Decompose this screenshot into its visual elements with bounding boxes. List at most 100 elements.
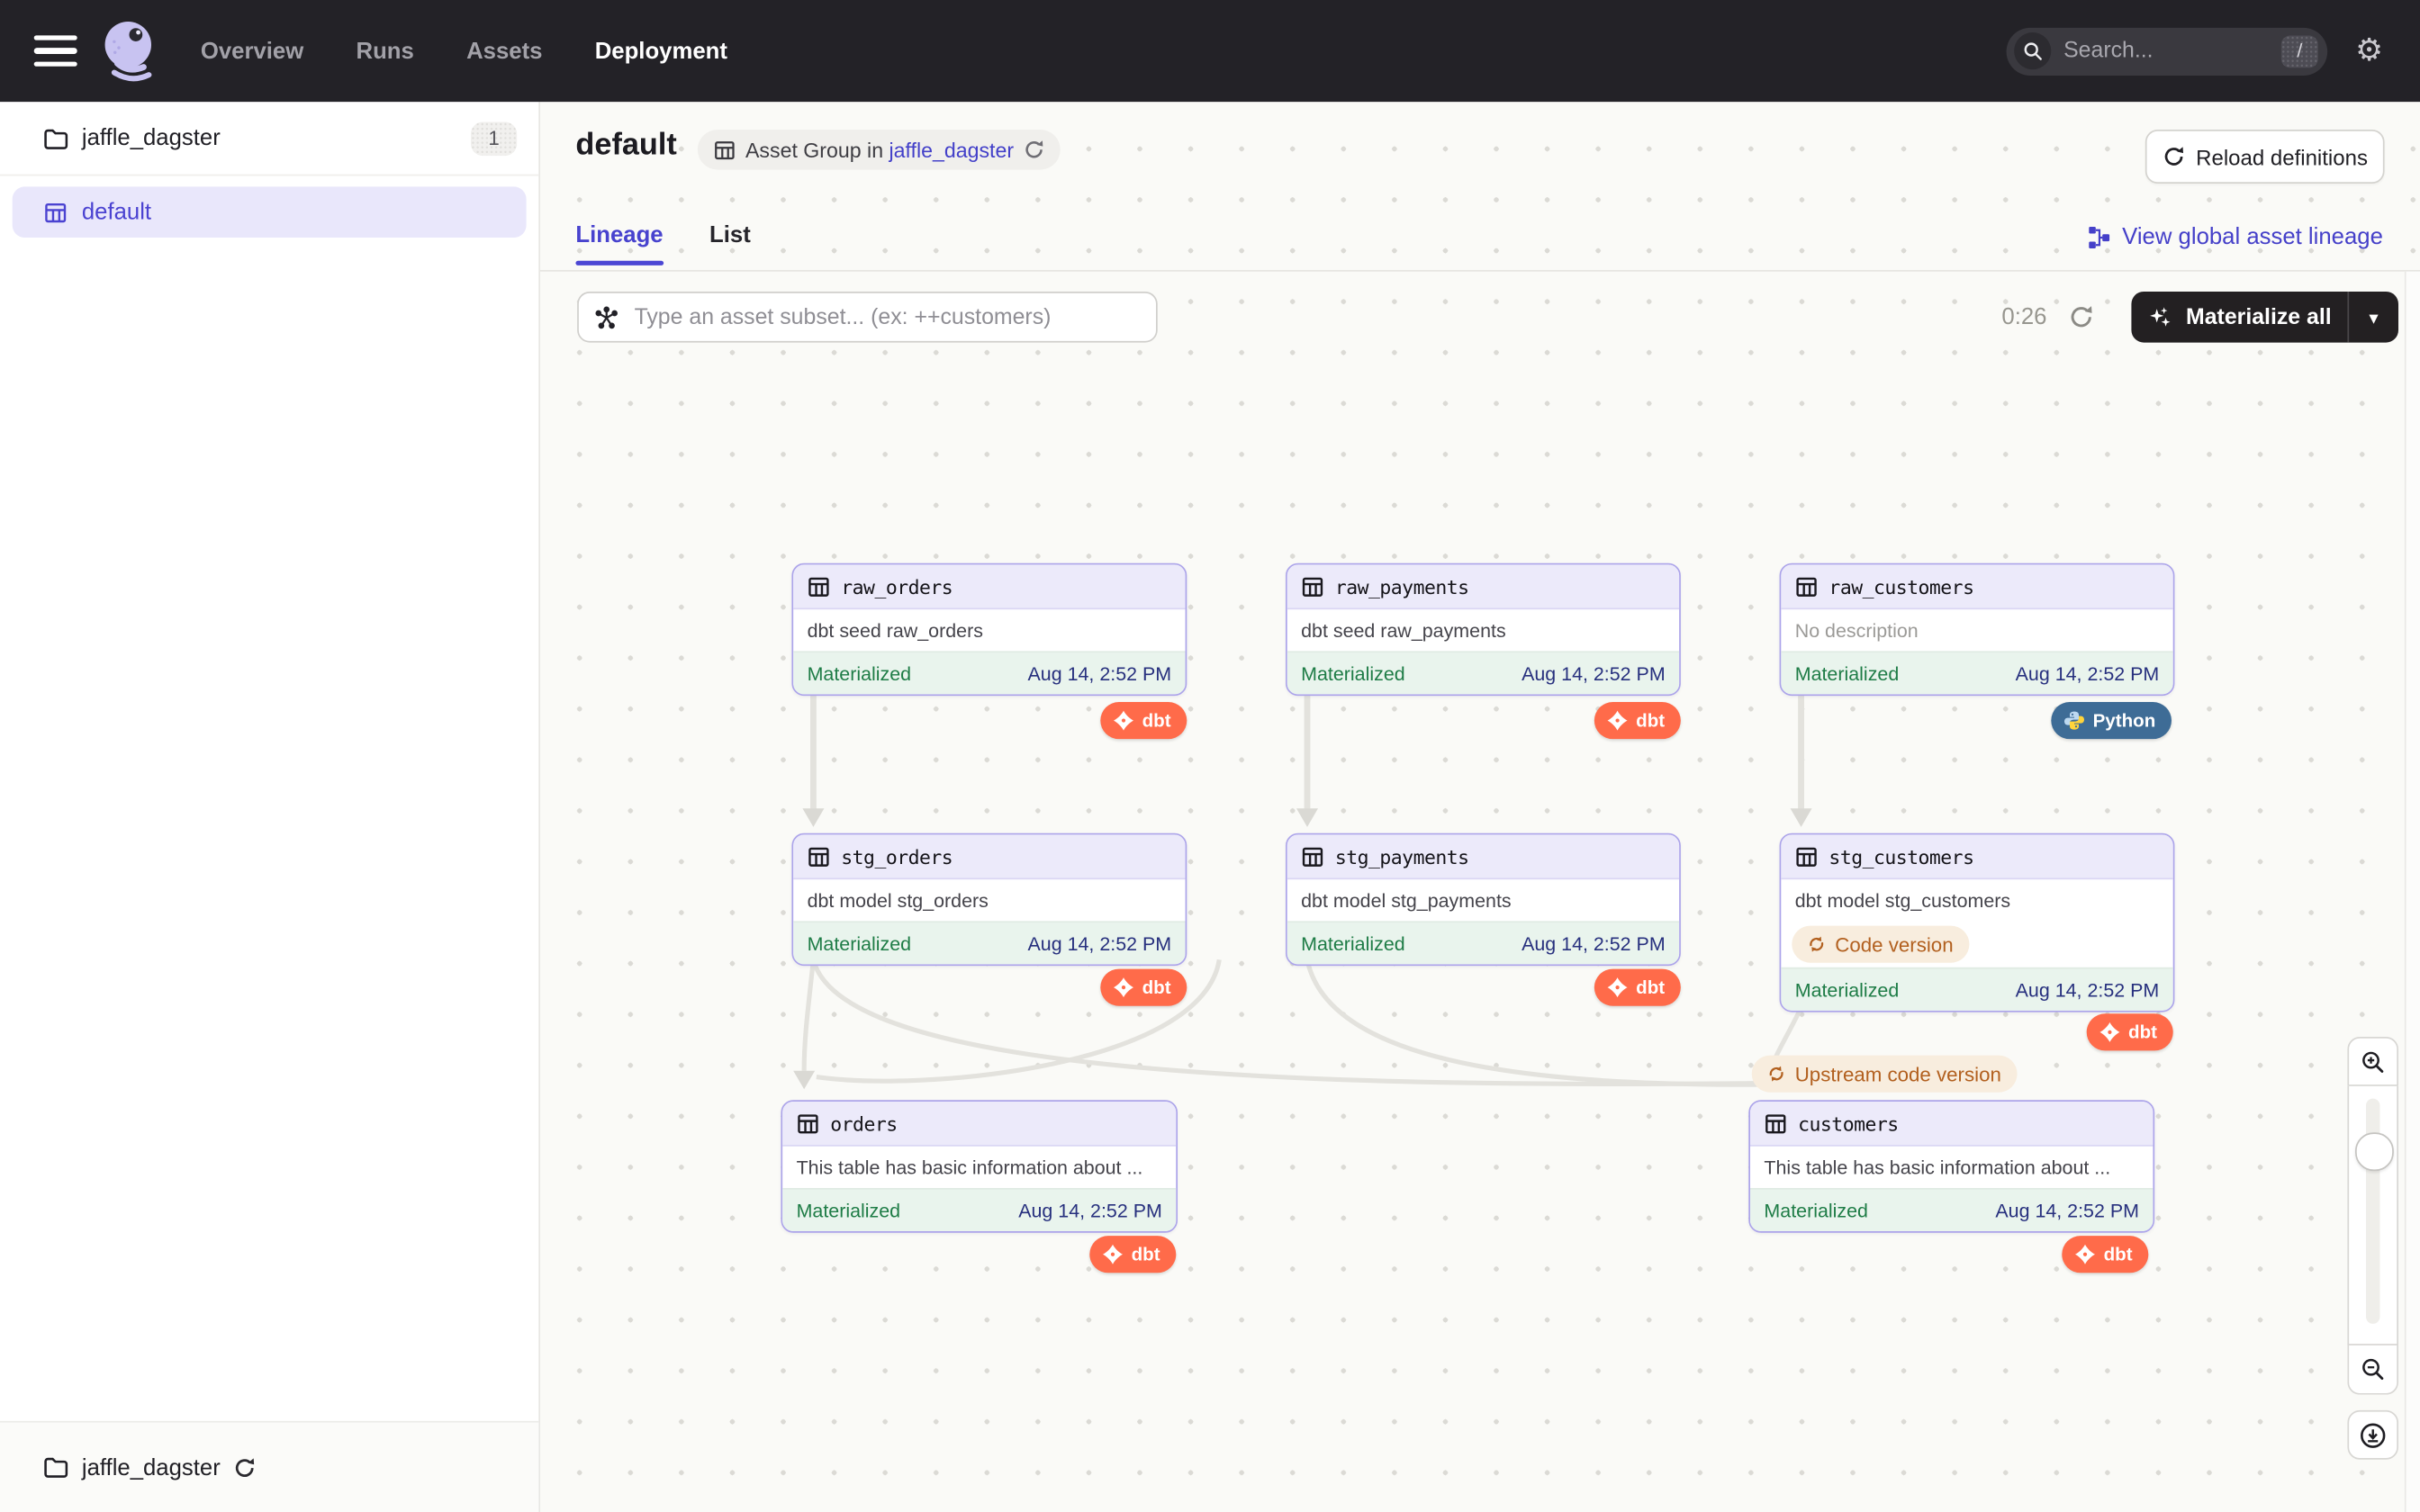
asset-node-stg-payments[interactable]: stg_payments dbt model stg_payments Mate… bbox=[1286, 833, 1681, 966]
asset-node-raw-orders[interactable]: raw_orders dbt seed raw_orders Materiali… bbox=[791, 563, 1187, 696]
group-tag-link[interactable]: jaffle_dagster bbox=[889, 138, 1015, 161]
top-nav: Overview Runs Assets Deployment Search..… bbox=[0, 0, 2420, 102]
asset-name: customers bbox=[1798, 1112, 1898, 1135]
zoom-slider-knob[interactable] bbox=[2355, 1132, 2394, 1171]
table-icon bbox=[1764, 1112, 1787, 1135]
dbt-kind-badge[interactable]: dbt bbox=[2062, 1236, 2147, 1273]
sidebar-code-location[interactable]: jaffle_dagster 1 bbox=[0, 102, 538, 176]
table-icon bbox=[808, 575, 831, 598]
python-kind-badge[interactable]: Python bbox=[2051, 702, 2171, 739]
dbt-kind-badge[interactable]: dbt bbox=[1594, 702, 1680, 739]
refresh-icon[interactable] bbox=[2068, 304, 2094, 330]
sidebar-footer: jaffle_dagster bbox=[0, 1421, 538, 1512]
materialized-timestamp[interactable]: Aug 14, 2:52 PM bbox=[1995, 1200, 2139, 1221]
search-shortcut-key: / bbox=[2281, 35, 2318, 68]
sidebar-item-label: default bbox=[82, 199, 151, 225]
sidebar-item-default[interactable]: default bbox=[13, 186, 527, 238]
materialize-dropdown-caret[interactable]: ▾ bbox=[2349, 306, 2398, 328]
dbt-kind-badge[interactable]: dbt bbox=[1089, 1236, 1175, 1273]
zoom-slider-track[interactable] bbox=[2347, 1086, 2398, 1346]
asset-description: dbt model stg_payments bbox=[1287, 879, 1679, 921]
refresh-icon[interactable] bbox=[233, 1455, 257, 1479]
asset-subset-input[interactable] bbox=[631, 303, 1141, 331]
status-badge: Materialized bbox=[797, 1200, 901, 1221]
settings-gear-icon[interactable]: ⚙ bbox=[2355, 35, 2383, 66]
nav-item-deployment[interactable]: Deployment bbox=[595, 38, 727, 64]
status-badge: Materialized bbox=[808, 662, 912, 684]
view-global-asset-lineage-link[interactable]: View global asset lineage bbox=[2087, 224, 2383, 250]
materialize-all-label: Materialize all bbox=[2186, 305, 2332, 329]
materialized-timestamp[interactable]: Aug 14, 2:52 PM bbox=[2016, 662, 2160, 684]
asset-node-raw-customers[interactable]: raw_customers No description Materialize… bbox=[1780, 563, 2175, 696]
table-icon bbox=[808, 845, 831, 868]
materialized-timestamp[interactable]: Aug 14, 2:52 PM bbox=[1522, 662, 1666, 684]
materialized-timestamp[interactable]: Aug 14, 2:52 PM bbox=[1028, 932, 1172, 954]
download-image-button[interactable] bbox=[2347, 1410, 2398, 1460]
group-tag-text: Asset Group in bbox=[745, 138, 889, 161]
refresh-icon bbox=[2162, 145, 2185, 168]
asset-name: raw_orders bbox=[841, 575, 953, 598]
dbt-kind-badge[interactable]: dbt bbox=[1594, 969, 1680, 1006]
materialized-timestamp[interactable]: Aug 14, 2:52 PM bbox=[1522, 932, 1666, 954]
asset-node-stg-customers[interactable]: stg_customers dbt model stg_customers Co… bbox=[1780, 833, 2175, 1012]
asset-node-customers[interactable]: customers This table has basic informati… bbox=[1748, 1100, 2154, 1232]
reload-definitions-button[interactable]: Reload definitions bbox=[2145, 130, 2385, 184]
asset-group-icon bbox=[713, 138, 736, 161]
lineage-graph-icon bbox=[2087, 224, 2111, 248]
upstream-code-version-tag[interactable]: Upstream code version bbox=[1752, 1056, 2017, 1093]
materialized-timestamp[interactable]: Aug 14, 2:52 PM bbox=[1018, 1200, 1162, 1221]
code-location-label: jaffle_dagster bbox=[82, 125, 221, 151]
asset-node-raw-payments[interactable]: raw_payments dbt seed raw_payments Mater… bbox=[1286, 563, 1681, 696]
zoom-in-button[interactable] bbox=[2347, 1037, 2398, 1086]
zoom-out-button[interactable] bbox=[2347, 1346, 2398, 1395]
nav-item-overview[interactable]: Overview bbox=[201, 38, 303, 64]
sidebar: jaffle_dagster 1 default jaffle_dagster bbox=[0, 102, 540, 1512]
asset-name: raw_customers bbox=[1829, 575, 1973, 598]
materialize-all-button[interactable]: Materialize all ▾ bbox=[2131, 292, 2398, 343]
code-version-icon bbox=[1767, 1065, 1786, 1084]
status-badge: Materialized bbox=[1795, 979, 1900, 1001]
dagster-logo-icon[interactable] bbox=[95, 17, 163, 85]
search-icon bbox=[2014, 32, 2051, 69]
tab-list[interactable]: List bbox=[709, 222, 751, 248]
status-badge: Materialized bbox=[808, 932, 912, 954]
dbt-kind-badge[interactable]: dbt bbox=[1100, 969, 1186, 1006]
asset-name: stg_customers bbox=[1829, 845, 1973, 868]
op-selector-icon bbox=[594, 305, 619, 329]
dbt-kind-badge[interactable]: dbt bbox=[2087, 1013, 2172, 1050]
tab-lineage[interactable]: Lineage bbox=[575, 222, 663, 248]
folder-icon bbox=[43, 126, 68, 150]
sparkles-icon bbox=[2147, 303, 2175, 331]
status-badge: Materialized bbox=[1301, 662, 1405, 684]
asset-description: This table has basic information about .… bbox=[782, 1147, 1176, 1188]
materialized-timestamp[interactable]: Aug 14, 2:52 PM bbox=[1028, 662, 1172, 684]
asset-node-orders[interactable]: orders This table has basic information … bbox=[781, 1100, 1178, 1232]
nav-item-assets[interactable]: Assets bbox=[466, 38, 542, 64]
asset-group-tag: Asset Group in jaffle_dagster bbox=[698, 130, 1061, 170]
dbt-kind-badge[interactable]: dbt bbox=[1100, 702, 1186, 739]
status-badge: Materialized bbox=[1795, 662, 1900, 684]
asset-name: stg_payments bbox=[1335, 845, 1469, 868]
active-tab-underline bbox=[575, 261, 664, 266]
table-icon bbox=[797, 1112, 820, 1135]
asset-node-stg-orders[interactable]: stg_orders dbt model stg_orders Material… bbox=[791, 833, 1187, 966]
asset-description: dbt seed raw_payments bbox=[1287, 609, 1679, 651]
upstream-code-version-label: Upstream code version bbox=[1795, 1062, 2001, 1085]
header-divider bbox=[538, 270, 2420, 272]
asset-description: dbt model stg_orders bbox=[793, 879, 1185, 921]
dagster-app: Overview Runs Assets Deployment Search..… bbox=[0, 0, 2420, 1512]
nav-links: Overview Runs Assets Deployment bbox=[201, 38, 727, 64]
asset-group-icon bbox=[43, 200, 68, 224]
materialized-timestamp[interactable]: Aug 14, 2:52 PM bbox=[2016, 979, 2160, 1001]
nav-item-runs[interactable]: Runs bbox=[357, 38, 414, 64]
asset-subset-filter[interactable] bbox=[577, 292, 1158, 343]
menu-icon[interactable] bbox=[34, 35, 77, 66]
asset-name: raw_payments bbox=[1335, 575, 1469, 598]
status-badge: Materialized bbox=[1301, 932, 1405, 954]
refresh-icon[interactable] bbox=[1023, 139, 1044, 160]
code-version-tag[interactable]: Code version bbox=[1792, 926, 1968, 963]
asset-description: No description bbox=[1781, 609, 2172, 651]
table-icon bbox=[1795, 575, 1819, 598]
search-input[interactable]: Search... / bbox=[2007, 27, 2328, 75]
search-placeholder: Search... bbox=[2063, 39, 2281, 63]
